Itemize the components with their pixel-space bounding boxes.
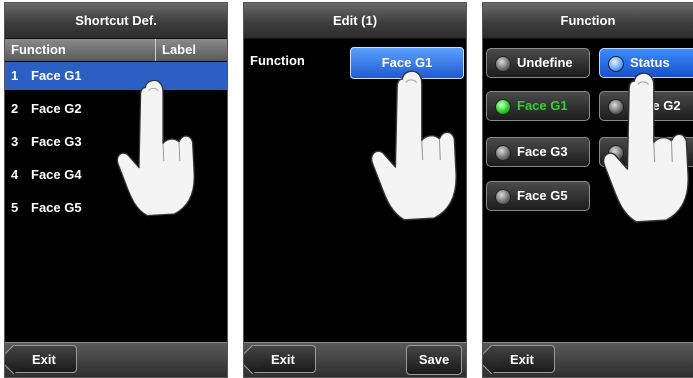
indicator-led-icon [608, 56, 624, 72]
row-number: 2 [11, 101, 19, 116]
function-option-face-g3[interactable]: Face G3 [486, 137, 590, 167]
option-label: Face G5 [517, 188, 568, 203]
row-function: Face G1 [31, 68, 82, 83]
exit-button[interactable]: Exit [11, 345, 77, 373]
function-option-face-g5[interactable]: Face G5 [486, 181, 590, 211]
table-row[interactable]: 2 Face G2 [5, 95, 227, 123]
exit-button[interactable]: Exit [489, 345, 555, 373]
function-option-undefine[interactable]: Undefine [486, 48, 590, 78]
option-label: Face G3 [517, 144, 568, 159]
column-header-function: Function [11, 42, 66, 57]
table-row[interactable]: 1 Face G1 [5, 62, 227, 90]
bottom-toolbar: Exit Save [244, 342, 466, 377]
screen-title: Edit (1) [244, 3, 466, 39]
table-row[interactable]: 4 Face G4 [5, 161, 227, 189]
function-value-button[interactable]: Face G1 [350, 47, 464, 79]
option-label: Status [630, 55, 670, 70]
row-number: 5 [11, 200, 19, 215]
edit-screen: Edit (1) Function Face G1 Exit Save [243, 2, 467, 378]
indicator-led-icon [608, 99, 624, 115]
bottom-toolbar: Exit [483, 342, 693, 377]
function-option-face-g4[interactable]: Face G4 [599, 137, 693, 167]
row-function: Face G2 [31, 101, 82, 116]
indicator-led-icon [495, 99, 511, 115]
exit-label: Exit [271, 352, 295, 367]
row-function: Face G3 [31, 134, 82, 149]
exit-label: Exit [510, 352, 534, 367]
function-option-face-g2[interactable]: Face G2 [599, 91, 693, 121]
bottom-toolbar: Exit [5, 342, 227, 377]
function-option-face-g1[interactable]: Face G1 [486, 91, 590, 121]
row-number: 3 [11, 134, 19, 149]
screen-title: Function [483, 3, 693, 39]
function-field-label: Function [250, 53, 305, 68]
function-option-status[interactable]: Status [599, 48, 693, 78]
column-header-label: Label [155, 39, 196, 61]
indicator-led-icon [495, 189, 511, 205]
row-number: 1 [11, 68, 19, 83]
table-header: Function Label [5, 39, 227, 61]
row-function: Face G4 [31, 167, 82, 182]
screen-title: Shortcut Def. [5, 3, 227, 39]
exit-label: Exit [32, 352, 56, 367]
save-button[interactable]: Save [406, 345, 462, 375]
pointing-hand-icon [369, 63, 457, 228]
option-label: Face G1 [517, 98, 568, 113]
table-row[interactable]: 3 Face G3 [5, 128, 227, 156]
indicator-led-icon [608, 145, 624, 161]
shortcut-def-screen: Shortcut Def. Function Label 1 Face G1 2… [4, 2, 228, 378]
option-label: Face G2 [630, 98, 681, 113]
row-number: 4 [11, 167, 19, 182]
function-select-screen: Function Undefine Status Face G1 Face G2… [482, 2, 693, 378]
option-label: Face G4 [630, 144, 681, 159]
option-label: Undefine [517, 55, 573, 70]
exit-button[interactable]: Exit [250, 345, 316, 373]
table-row[interactable]: 5 Face G5 [5, 194, 227, 222]
row-function: Face G5 [31, 200, 82, 215]
indicator-led-icon [495, 145, 511, 161]
indicator-led-icon [495, 56, 511, 72]
